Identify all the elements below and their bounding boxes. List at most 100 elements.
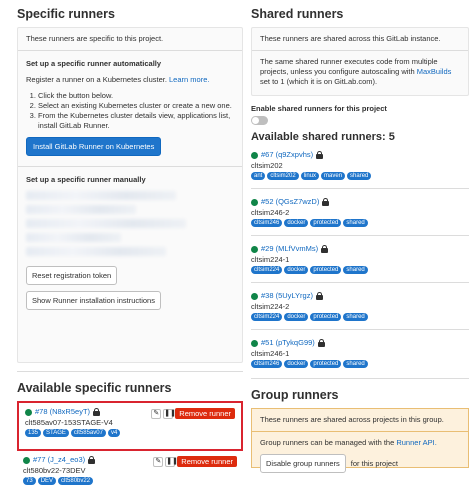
group-runners-title: Group runners xyxy=(251,388,339,402)
shared-runners-title: Shared runners xyxy=(251,7,344,21)
reset-registration-token-button[interactable]: Reset registration token xyxy=(26,266,118,285)
setup-step: Click the button below. xyxy=(38,91,234,101)
specific-intro: These runners are specific to this proje… xyxy=(26,34,164,43)
auto-setup-text: Register a runner on a Kubernetes cluste… xyxy=(26,75,210,84)
maxbuilds-link[interactable]: MaxBuilds xyxy=(417,67,452,76)
shared-runner-item: #52 (QGsZ7wzD) cltsim246-2 cltsim246 doc… xyxy=(251,189,469,235)
runner-tag: cltsim246 xyxy=(251,219,283,227)
runner-tag: docker xyxy=(284,266,309,274)
online-status-icon xyxy=(251,198,258,206)
runner-tag: cltsim224 xyxy=(251,313,283,321)
pause-icon[interactable]: ❚❚ xyxy=(165,456,178,467)
runner-link[interactable]: #52 (QGsZ7wzD) xyxy=(261,197,319,207)
online-status-icon xyxy=(251,151,258,159)
specific-runner-item: #77 (J_z4_eo3) ✎ ❚❚ Remove runner clt580… xyxy=(17,451,243,490)
runner-link[interactable]: #67 (q9Zxpvhs) xyxy=(261,150,313,160)
runner-tag: docker xyxy=(284,313,309,321)
runner-tag: shared xyxy=(343,313,368,321)
redacted-instructions xyxy=(26,191,234,256)
lock-icon xyxy=(93,408,101,416)
runner-api-link[interactable]: Runner API. xyxy=(396,438,436,447)
auto-setup-heading: Set up a specific runner automatically xyxy=(26,59,162,68)
runner-tags: cltsim224 docker protected shared xyxy=(251,266,469,274)
shared-runner-item: #38 (5UyLYrgz) cltsim224-2 cltsim224 doc… xyxy=(251,283,469,329)
enable-shared-runners-toggle[interactable] xyxy=(251,116,268,125)
runner-description: cltsim246-2 xyxy=(251,208,290,217)
group-manage-text: Group runners can be managed with the Ru… xyxy=(260,438,437,447)
setup-step: Select an existing Kubernetes cluster or… xyxy=(38,101,234,111)
runner-tag: 73 xyxy=(23,477,36,485)
divider xyxy=(18,166,242,167)
runner-tag: DEV xyxy=(37,477,57,485)
disable-group-tail: for this project xyxy=(350,459,398,468)
lock-icon xyxy=(322,198,330,206)
edit-pencil-icon[interactable]: ✎ xyxy=(151,408,162,419)
specific-runners-column: Specific runners These runners are speci… xyxy=(17,0,243,490)
install-runner-kubernetes-button[interactable]: Install GitLab Runner on Kubernetes xyxy=(26,137,162,156)
shared-runner-item: #67 (q9Zxpvhs) cltsim202 ant cltsim202 l… xyxy=(251,148,469,188)
online-status-icon xyxy=(25,408,32,416)
runner-description: cltsim246-1 xyxy=(251,349,290,358)
lock-icon xyxy=(317,339,325,347)
lock-icon xyxy=(315,292,323,300)
runner-tag: 135 xyxy=(25,429,42,437)
runner-tag: cltsim224 xyxy=(251,266,283,274)
runner-tag: clt585av07 xyxy=(70,429,106,437)
runner-link[interactable]: #77 (J_z4_eo3) xyxy=(33,455,85,465)
enable-shared-label: Enable shared runners for this project xyxy=(251,104,387,113)
available-specific-title: Available specific runners xyxy=(17,381,172,395)
runner-link[interactable]: #29 (MLfVvmMs) xyxy=(261,244,318,254)
remove-runner-button[interactable]: Remove runner xyxy=(175,408,235,419)
runner-tag: shared xyxy=(343,219,368,227)
runner-tag: clt580bv22 xyxy=(58,477,94,485)
shared-runners-panel: These runners are shared across this Git… xyxy=(251,27,469,96)
runner-tag: v4 xyxy=(107,429,121,437)
online-status-icon xyxy=(251,245,258,253)
runner-tag: ant xyxy=(251,172,266,180)
divider xyxy=(252,431,468,432)
runner-tags: cltsim224 docker protected shared xyxy=(251,313,469,321)
runner-link[interactable]: #78 (N8xR5eyT) xyxy=(35,407,90,417)
runner-tag: protected xyxy=(310,219,342,227)
shared-runner-item: #51 (pTykqG99) cltsim246-1 cltsim246 doc… xyxy=(251,330,469,376)
runner-tag: maven xyxy=(321,172,346,180)
available-shared-title: Available shared runners: 5 xyxy=(251,131,395,143)
show-runner-instructions-button[interactable]: Show Runner installation instructions xyxy=(26,291,161,310)
runner-tag: protected xyxy=(310,360,342,368)
group-runners-panel: These runners are shared across projects… xyxy=(251,408,469,473)
runner-tag: shared xyxy=(343,266,368,274)
manual-setup-heading: Set up a specific runner manually xyxy=(26,175,146,184)
runner-link[interactable]: #51 (pTykqG99) xyxy=(261,338,315,348)
divider xyxy=(18,50,242,51)
edit-pencil-icon[interactable]: ✎ xyxy=(153,456,164,467)
divider xyxy=(252,50,468,51)
pause-icon[interactable]: ❚❚ xyxy=(163,408,176,419)
runner-link[interactable]: #38 (5UyLYrgz) xyxy=(261,291,313,301)
learn-more-link[interactable]: Learn more. xyxy=(169,75,209,84)
runner-description: cltsim224-2 xyxy=(251,302,290,311)
runner-tags: ant cltsim202 linux maven shared xyxy=(251,172,469,180)
specific-runners-title: Specific runners xyxy=(17,7,115,21)
shared-runners-column: Shared runners These runners are shared … xyxy=(251,0,469,473)
shared-runner-list: #67 (q9Zxpvhs) cltsim202 ant cltsim202 l… xyxy=(251,148,469,376)
runner-tag: docker xyxy=(284,219,309,227)
runner-tag: STAGE xyxy=(43,429,69,437)
lock-icon xyxy=(321,245,329,253)
runner-tag: protected xyxy=(310,313,342,321)
shared-info: The same shared runner executes code fro… xyxy=(260,57,452,86)
runner-tag: docker xyxy=(284,360,309,368)
runner-tags: 135 STAGE clt585av07 v4 xyxy=(25,429,235,437)
shared-runner-item: #29 (MLfVvmMs) cltsim224-1 cltsim224 doc… xyxy=(251,236,469,282)
specific-runner-item: #78 (N8xR5eyT) ✎ ❚❚ Remove runner clt585… xyxy=(17,401,243,451)
runner-tag: shared xyxy=(347,172,372,180)
lock-icon xyxy=(316,151,324,159)
lock-icon xyxy=(88,456,96,464)
online-status-icon xyxy=(251,339,258,347)
runner-tag: protected xyxy=(310,266,342,274)
runner-description: cltsim224-1 xyxy=(251,255,290,264)
online-status-icon xyxy=(251,292,258,300)
specific-runners-panel: These runners are specific to this proje… xyxy=(17,27,243,363)
remove-runner-button[interactable]: Remove runner xyxy=(177,456,237,467)
group-intro: These runners are shared across projects… xyxy=(260,415,444,424)
disable-group-runners-button[interactable]: Disable group runners xyxy=(260,454,346,473)
